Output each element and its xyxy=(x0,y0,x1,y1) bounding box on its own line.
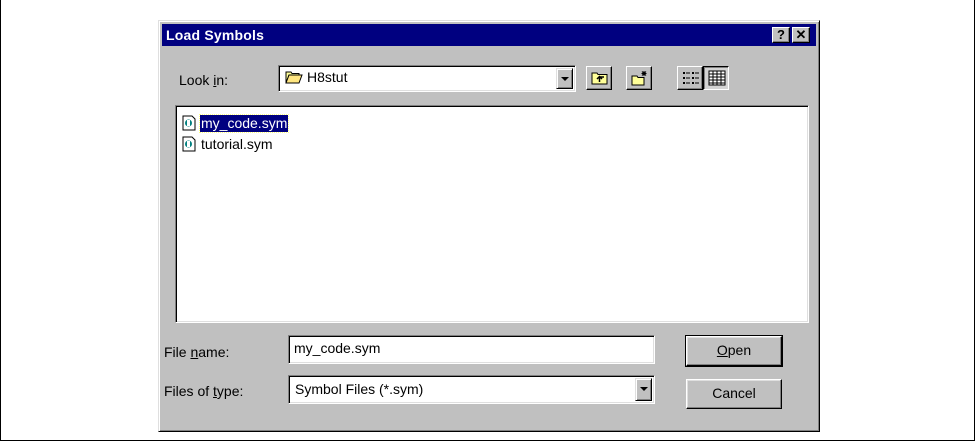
files-of-type-label: Files of type: xyxy=(164,383,244,399)
file-name-label: File name: xyxy=(164,344,230,360)
files-of-type-value: Symbol Files (*.sym) xyxy=(295,381,424,397)
help-button[interactable]: ? xyxy=(772,27,790,43)
details-view-icon xyxy=(708,70,726,86)
look-in-dropdown-arrow[interactable] xyxy=(556,68,573,89)
up-one-level-icon xyxy=(591,72,608,85)
details-view-button[interactable] xyxy=(703,66,729,90)
load-symbols-dialog: Load Symbols ? ✕ Look in: H8stut my_code… xyxy=(158,20,820,432)
dialog-title: Load Symbols xyxy=(166,27,265,43)
files-of-type-select[interactable]: Symbol Files (*.sym) xyxy=(288,375,655,404)
open-folder-icon xyxy=(285,71,303,83)
files-of-type-dropdown-arrow[interactable] xyxy=(635,378,652,401)
look-in-label: Look in: xyxy=(179,72,229,88)
file-list[interactable]: my_code.sym tutorial.sym xyxy=(175,105,809,323)
list-view-button[interactable] xyxy=(677,66,703,90)
file-name-input[interactable]: my_code.sym xyxy=(288,335,655,364)
create-new-folder-icon xyxy=(631,71,647,86)
close-button[interactable]: ✕ xyxy=(792,27,810,43)
symbol-file-icon xyxy=(182,115,196,131)
look-in-value: H8stut xyxy=(307,69,348,85)
create-new-folder-button[interactable] xyxy=(626,66,652,90)
look-in-combo[interactable]: H8stut xyxy=(278,65,576,92)
list-view-icon xyxy=(683,72,699,84)
file-name-text: my_code.sym xyxy=(198,113,290,133)
title-bar[interactable]: Load Symbols ? ✕ xyxy=(162,24,816,46)
list-item[interactable]: tutorial.sym xyxy=(181,135,274,153)
cancel-button[interactable]: Cancel xyxy=(686,379,782,409)
close-icon: ✕ xyxy=(795,27,807,42)
open-button[interactable]: Open xyxy=(685,335,783,367)
list-item[interactable]: my_code.sym xyxy=(181,113,290,133)
file-name-text: tutorial.sym xyxy=(201,135,273,152)
up-one-level-button[interactable] xyxy=(586,66,612,90)
symbol-file-icon xyxy=(182,136,196,152)
